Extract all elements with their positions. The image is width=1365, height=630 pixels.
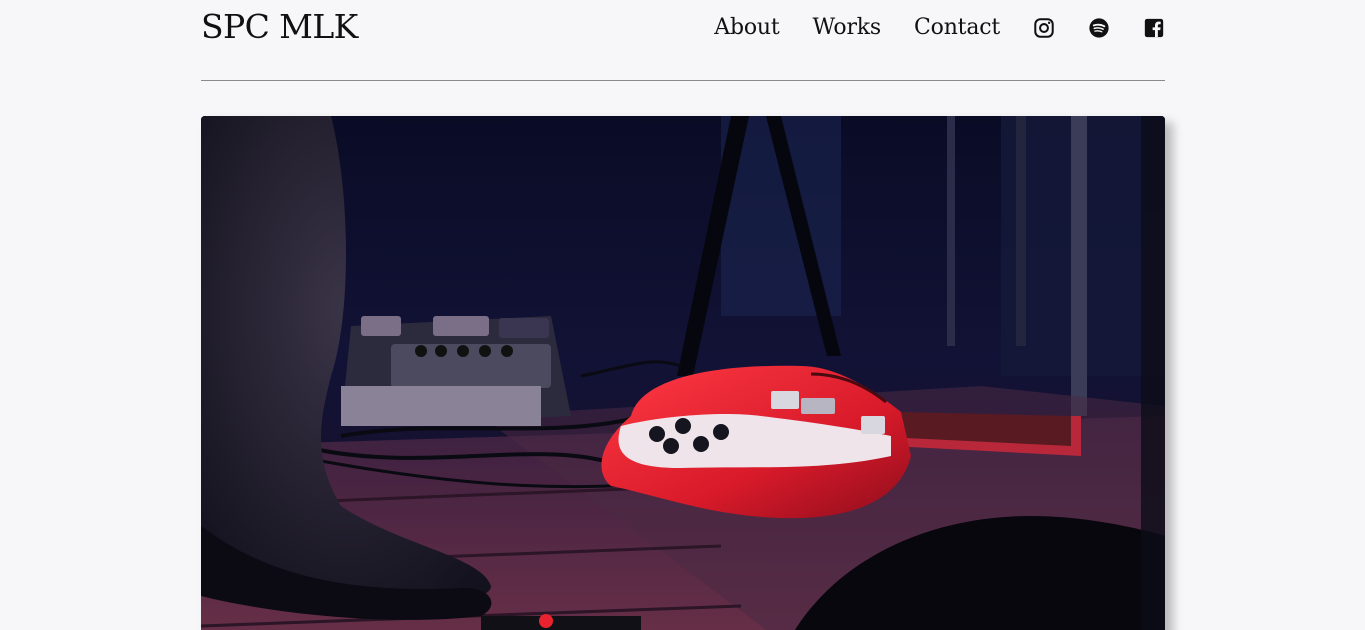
site-header: SPC MLK About Works Contact: [201, 0, 1165, 60]
facebook-icon[interactable]: [1143, 17, 1165, 39]
instagram-icon[interactable]: [1033, 17, 1055, 39]
main-nav: About Works Contact: [714, 11, 1165, 45]
brand-logo-link[interactable]: SPC MLK: [201, 7, 358, 47]
nav-works-link[interactable]: Works: [813, 13, 882, 43]
nav-about-link[interactable]: About: [714, 13, 779, 43]
header-divider: [201, 80, 1165, 81]
nav-contact-link[interactable]: Contact: [914, 13, 1000, 43]
guitar-stage-photo: [201, 116, 1165, 630]
hero-image: [201, 116, 1165, 630]
spotify-icon[interactable]: [1088, 17, 1110, 39]
